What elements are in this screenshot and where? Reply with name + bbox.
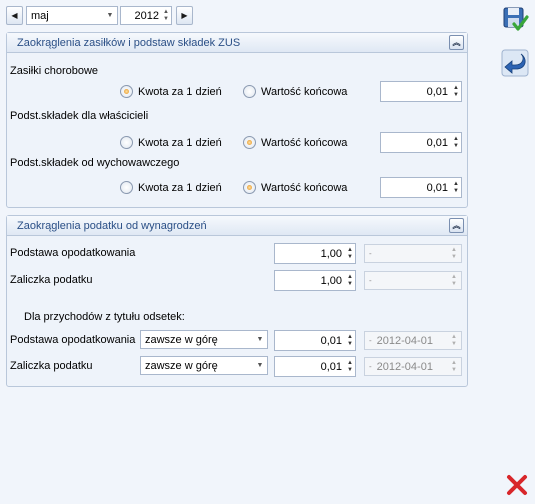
undo-button[interactable]: [500, 48, 530, 78]
spin-arrows-icon: ▲ ▼: [451, 359, 457, 373]
date-value: 2012-04-01: [376, 334, 433, 347]
spin-arrows-icon: ▲ ▼: [451, 246, 457, 260]
close-icon: [507, 475, 527, 495]
month-select[interactable]: maj ▼: [26, 6, 118, 25]
tax-advance-value-input[interactable]: 1,00 ▲ ▼: [274, 270, 356, 291]
interest-advance-date-input[interactable]: - 2012-04-01 ▲ ▼: [364, 357, 462, 376]
radio-unselected-icon: [243, 85, 256, 98]
zus-row-label: Podst.składek dla właścicieli: [10, 110, 149, 122]
chevron-up-double-icon: ︽: [452, 37, 461, 47]
radio-selected-icon: [243, 181, 256, 194]
interest-advance-value-input[interactable]: 0,01 ▲ ▼: [274, 356, 356, 377]
value-text: 0,01: [426, 181, 448, 194]
arrow-right-icon: ▶: [181, 11, 188, 20]
value-text: 1,00: [320, 247, 342, 260]
prev-month-button[interactable]: ◀: [6, 6, 23, 25]
close-button[interactable]: [502, 470, 532, 500]
value-text: 0,01: [426, 136, 448, 149]
spin-arrows-icon: ▲ ▼: [347, 359, 353, 373]
tax-advance-extra-select[interactable]: - ▲ ▼: [364, 271, 462, 290]
undo-icon: [501, 49, 529, 77]
zus-panel-title: Zaokrąglenia zasiłków i podstaw składek …: [17, 36, 241, 49]
zus-panel-header: Zaokrąglenia zasiłków i podstaw składek …: [7, 33, 467, 53]
dash-text: -: [369, 276, 372, 285]
radio-selected-icon: [243, 136, 256, 149]
zus-row-2-value-input[interactable]: 0,01 ▲ ▼: [380, 132, 462, 153]
save-button[interactable]: [500, 4, 530, 34]
radio-label: Wartość końcowa: [261, 85, 348, 98]
chevron-down-icon: ▼: [106, 12, 114, 19]
value-text: 0,01: [320, 334, 342, 347]
value-text: 1,00: [320, 274, 342, 287]
spin-arrows-icon: ▲ ▼: [453, 180, 459, 194]
spin-arrows-icon: ▲ ▼: [347, 246, 353, 260]
value-text: 0,01: [320, 360, 342, 373]
chevron-down-icon: ▼: [256, 362, 264, 369]
collapse-tax-button[interactable]: ︽: [449, 218, 464, 233]
mode-value: zawsze w górę: [145, 333, 218, 346]
tax-panel-header: Zaokrąglenia podatku od wynagrodzeń ︽: [7, 216, 467, 236]
tax-base-extra-select[interactable]: - ▲ ▼: [364, 244, 462, 263]
spin-arrows-icon: ▲ ▼: [451, 273, 457, 287]
dash-text: -: [369, 362, 372, 371]
tax-advance-label: Zaliczka podatku: [10, 274, 93, 286]
dash-text: -: [369, 249, 372, 258]
date-value: 2012-04-01: [376, 360, 433, 373]
tax-base-value-input[interactable]: 1,00 ▲ ▼: [274, 243, 356, 264]
zus-row-3-final-radio[interactable]: Wartość końcowa: [243, 181, 347, 194]
spin-arrows-icon: ▲ ▼: [347, 333, 353, 347]
interest-base-label: Podstawa opodatkowania: [10, 334, 136, 346]
mode-value: zawsze w górę: [145, 359, 218, 372]
zus-row-2-final-radio[interactable]: Wartość końcowa: [243, 136, 347, 149]
year-value: 2012: [134, 9, 159, 22]
interest-advance-label: Zaliczka podatku: [10, 360, 93, 372]
interest-base-value-input[interactable]: 0,01 ▲ ▼: [274, 330, 356, 351]
spin-arrows-icon: ▲ ▼: [453, 135, 459, 149]
tax-panel-title: Zaokrąglenia podatku od wynagrodzeń: [17, 219, 207, 232]
zus-row-2-per-day-radio[interactable]: Kwota za 1 dzień: [120, 136, 222, 149]
interest-base-date-input[interactable]: - 2012-04-01 ▲ ▼: [364, 331, 462, 350]
arrow-left-icon: ◀: [11, 11, 18, 20]
zus-row-3-per-day-radio[interactable]: Kwota za 1 dzień: [120, 181, 222, 194]
zus-row-1-per-day-radio[interactable]: Kwota za 1 dzień: [120, 85, 222, 98]
radio-label: Kwota za 1 dzień: [138, 136, 222, 149]
radio-label: Kwota za 1 dzień: [138, 181, 222, 194]
chevron-up-double-icon: ︽: [452, 220, 461, 230]
zus-row-label: Podst.składek od wychowawczego: [10, 157, 180, 169]
radio-label: Kwota za 1 dzień: [138, 85, 222, 98]
year-spinner[interactable]: 2012 ▲ ▼: [120, 6, 172, 25]
spin-arrows-icon: ▲ ▼: [163, 8, 169, 22]
value-text: 0,01: [426, 85, 448, 98]
spin-arrows-icon: ▲ ▼: [347, 273, 353, 287]
spin-arrows-icon: ▲ ▼: [453, 84, 459, 98]
dash-text: -: [369, 336, 372, 345]
interest-base-mode-select[interactable]: zawsze w górę ▼: [140, 330, 268, 349]
radio-label: Wartość końcowa: [261, 136, 348, 149]
save-icon: [503, 7, 529, 31]
radio-unselected-icon: [120, 136, 133, 149]
zus-row-1-value-input[interactable]: 0,01 ▲ ▼: [380, 81, 462, 102]
interest-advance-mode-select[interactable]: zawsze w górę ▼: [140, 356, 268, 375]
tax-base-label: Podstawa opodatkowania: [10, 247, 136, 259]
chevron-down-icon: ▼: [256, 336, 264, 343]
next-month-button[interactable]: ▶: [176, 6, 193, 25]
zus-row-3-value-input[interactable]: 0,01 ▲ ▼: [380, 177, 462, 198]
zus-row-label: Zasiłki chorobowe: [10, 65, 99, 77]
radio-label: Wartość końcowa: [261, 181, 348, 194]
radio-selected-icon: [120, 85, 133, 98]
month-value: maj: [31, 9, 49, 22]
interest-heading: Dla przychodów z tytułu odsetek:: [24, 311, 185, 323]
zus-row-1-final-radio[interactable]: Wartość końcowa: [243, 85, 347, 98]
spin-arrows-icon: ▲ ▼: [451, 333, 457, 347]
collapse-zus-button[interactable]: ︽: [449, 35, 464, 50]
radio-unselected-icon: [120, 181, 133, 194]
